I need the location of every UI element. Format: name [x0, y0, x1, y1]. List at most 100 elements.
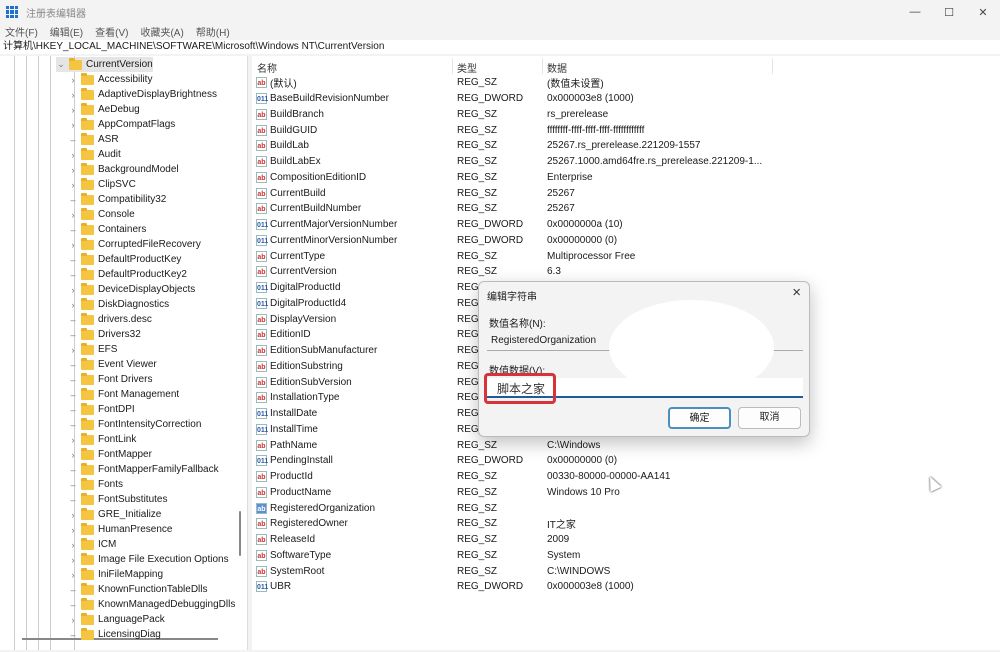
- value-row[interactable]: ab CurrentBuildNumber REG_SZ 25267: [252, 201, 1000, 217]
- close-button[interactable]: ✕: [966, 0, 1000, 24]
- tree-node[interactable]: › AppCompatFlags: [68, 117, 175, 132]
- tree-node[interactable]: – LicensingDiag: [68, 627, 161, 642]
- tree-node[interactable]: › BackgroundModel: [68, 162, 179, 177]
- tree-node[interactable]: – Font Drivers: [68, 372, 152, 387]
- tree-node[interactable]: › EFS: [68, 342, 117, 357]
- tree-node[interactable]: – Font Management: [68, 387, 179, 402]
- value-row[interactable]: ab PathName REG_SZ C:\Windows: [252, 437, 1000, 453]
- tree-vertical-scrollbar[interactable]: [239, 511, 241, 556]
- tree-node[interactable]: › Image File Execution Options: [68, 552, 229, 567]
- chevron-right-icon[interactable]: ›: [68, 615, 78, 625]
- value-row[interactable]: ab BuildLabEx REG_SZ 25267.1000.amd64fre.rs…: [252, 154, 1000, 170]
- tree-node[interactable]: – ASR: [68, 132, 119, 147]
- chevron-down-icon[interactable]: ⌄: [56, 59, 66, 70]
- value-row[interactable]: ab (默认) REG_SZ (数值未设置): [252, 75, 1000, 91]
- chevron-right-icon[interactable]: ›: [68, 510, 78, 520]
- value-row[interactable]: ab BuildBranch REG_SZ rs_prerelease: [252, 107, 1000, 123]
- value-row[interactable]: ab RegisteredOrganization REG_SZ: [252, 500, 1000, 516]
- value-row[interactable]: ab BuildLab REG_SZ 25267.rs_prerelease.2212…: [252, 138, 1000, 154]
- minimize-button[interactable]: —: [898, 0, 932, 24]
- value-row[interactable]: ab ReleaseId REG_SZ 2009: [252, 532, 1000, 548]
- tree-node[interactable]: – DefaultProductKey: [68, 252, 181, 267]
- chevron-right-icon[interactable]: ›: [68, 75, 78, 85]
- chevron-right-icon[interactable]: ›: [68, 570, 78, 580]
- cancel-button[interactable]: 取消: [738, 407, 801, 429]
- value-row[interactable]: ab CompositionEditionID REG_SZ Enterprise: [252, 170, 1000, 186]
- tree-node[interactable]: – FontIntensityCorrection: [68, 417, 201, 432]
- tree-node-current[interactable]: ⌄ CurrentVersion: [56, 57, 153, 72]
- value-row[interactable]: ab ProductName REG_SZ Windows 10 Pro: [252, 485, 1000, 501]
- menu-item[interactable]: 帮助(H): [196, 24, 230, 39]
- value-row[interactable]: ab BuildGUID REG_SZ ffffffff-ffff-ffff-ffff…: [252, 122, 1000, 138]
- chevron-right-icon[interactable]: ›: [68, 90, 78, 100]
- tree-node[interactable]: › HumanPresence: [68, 522, 172, 537]
- tree-node[interactable]: – drivers.desc: [68, 312, 152, 327]
- tree-node[interactable]: › LanguagePack: [68, 612, 165, 627]
- value-row[interactable]: ab CurrentType REG_SZ Multiprocessor Free: [252, 248, 1000, 264]
- chevron-right-icon[interactable]: ›: [68, 450, 78, 460]
- tree-node[interactable]: – FontDPI: [68, 402, 135, 417]
- value-row[interactable]: ab SystemRoot REG_SZ C:\WINDOWS: [252, 563, 1000, 579]
- tree-node[interactable]: – Event Viewer: [68, 357, 157, 372]
- value-row[interactable]: ab SoftwareType REG_SZ System: [252, 548, 1000, 564]
- folder-icon: [81, 192, 94, 205]
- tree-node[interactable]: › DiskDiagnostics: [68, 297, 169, 312]
- value-row[interactable]: 011 BaseBuildRevisionNumber REG_DWORD 0x000…: [252, 91, 1000, 107]
- value-row[interactable]: 011 PendingInstall REG_DWORD 0x00000000 (0): [252, 453, 1000, 469]
- tree-node[interactable]: › GRE_Initialize: [68, 507, 161, 522]
- chevron-right-icon[interactable]: ›: [68, 555, 78, 565]
- address-bar[interactable]: 计算机\HKEY_LOCAL_MACHINE\SOFTWARE\Microsof…: [0, 40, 1000, 54]
- value-row[interactable]: 011 CurrentMinorVersionNumber REG_DWORD 0x0…: [252, 233, 1000, 249]
- menu-item[interactable]: 查看(V): [95, 24, 128, 39]
- value-row[interactable]: ab CurrentBuild REG_SZ 25267: [252, 185, 1000, 201]
- column-header-type[interactable]: 类型: [457, 60, 477, 75]
- tree-node[interactable]: – Fonts: [68, 477, 123, 492]
- menu-item[interactable]: 文件(F): [5, 24, 38, 39]
- tree-node[interactable]: – KnownFunctionTableDlls: [68, 582, 208, 597]
- tree-node[interactable]: › AeDebug: [68, 102, 140, 117]
- column-header-name[interactable]: 名称: [257, 60, 277, 75]
- value-row[interactable]: 011 CurrentMajorVersionNumber REG_DWORD 0x0…: [252, 217, 1000, 233]
- column-header-data[interactable]: 数据: [547, 60, 567, 75]
- close-icon[interactable]: ×: [792, 284, 801, 301]
- chevron-right-icon[interactable]: ›: [68, 120, 78, 130]
- chevron-right-icon[interactable]: ›: [68, 180, 78, 190]
- tree-node[interactable]: – FontSubstitutes: [68, 492, 167, 507]
- tree-node[interactable]: – KnownManagedDebuggingDlls: [68, 597, 235, 612]
- tree-node[interactable]: › Audit: [68, 147, 121, 162]
- value-row[interactable]: ab RegisteredOwner REG_SZ IT之家: [252, 516, 1000, 532]
- chevron-right-icon[interactable]: ›: [68, 345, 78, 355]
- tree-node[interactable]: – DefaultProductKey2: [68, 267, 187, 282]
- chevron-right-icon[interactable]: ›: [68, 150, 78, 160]
- tree-node[interactable]: › ClipSVC: [68, 177, 136, 192]
- chevron-right-icon[interactable]: ›: [68, 540, 78, 550]
- tree-node[interactable]: – Compatibility32: [68, 192, 166, 207]
- chevron-right-icon[interactable]: ›: [68, 165, 78, 175]
- chevron-right-icon[interactable]: ›: [68, 300, 78, 310]
- tree-node[interactable]: – Containers: [68, 222, 146, 237]
- ok-button[interactable]: 确定: [668, 407, 731, 429]
- menu-item[interactable]: 收藏夹(A): [140, 24, 183, 39]
- value-row[interactable]: ab ProductId REG_SZ 00330-80000-00000-AA141: [252, 469, 1000, 485]
- tree-node[interactable]: › ICM: [68, 537, 116, 552]
- maximize-button[interactable]: ☐: [932, 0, 966, 24]
- chevron-right-icon[interactable]: ›: [68, 105, 78, 115]
- chevron-right-icon[interactable]: ›: [68, 210, 78, 220]
- tree-node[interactable]: › Console: [68, 207, 135, 222]
- value-row[interactable]: ab CurrentVersion REG_SZ 6.3: [252, 264, 1000, 280]
- tree-node[interactable]: › Accessibility: [68, 72, 152, 87]
- chevron-right-icon[interactable]: ›: [68, 435, 78, 445]
- tree-node[interactable]: › IniFileMapping: [68, 567, 163, 582]
- tree-node[interactable]: › FontLink: [68, 432, 136, 447]
- menu-item[interactable]: 编辑(E): [50, 24, 83, 39]
- value-row[interactable]: 011 UBR REG_DWORD 0x000003e8 (1000): [252, 579, 1000, 595]
- tree-node[interactable]: – Drivers32: [68, 327, 141, 342]
- tree-node[interactable]: › AdaptiveDisplayBrightness: [68, 87, 217, 102]
- tree-node[interactable]: › DeviceDisplayObjects: [68, 282, 195, 297]
- tree-node[interactable]: › CorruptedFileRecovery: [68, 237, 201, 252]
- tree-node[interactable]: – FontMapperFamilyFallback: [68, 462, 219, 477]
- chevron-right-icon[interactable]: ›: [68, 240, 78, 250]
- chevron-right-icon[interactable]: ›: [68, 285, 78, 295]
- tree-node[interactable]: › FontMapper: [68, 447, 152, 462]
- chevron-right-icon[interactable]: ›: [68, 525, 78, 535]
